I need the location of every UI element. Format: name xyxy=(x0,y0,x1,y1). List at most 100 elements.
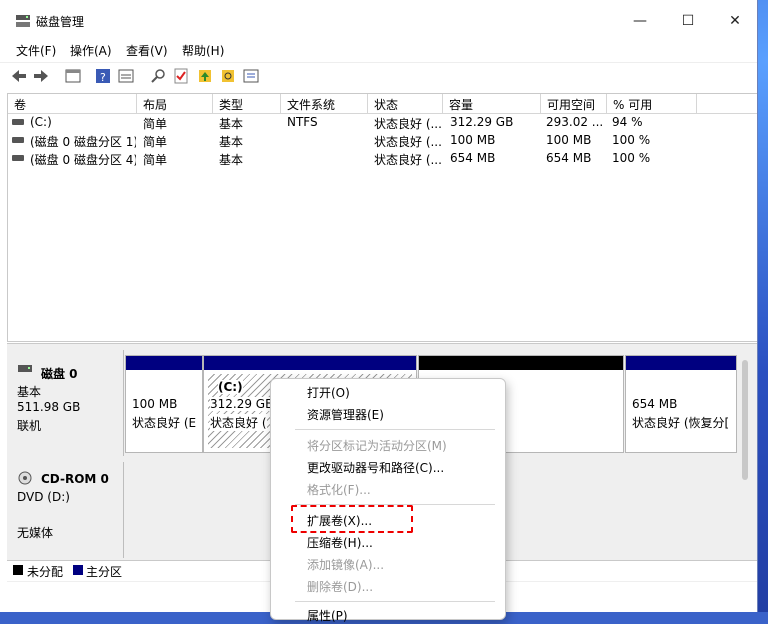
menu-mark-active: 将分区标记为活动分区(M) xyxy=(307,439,447,453)
drive-icon xyxy=(12,119,24,125)
legend-unallocated: 未分配 xyxy=(27,565,64,579)
cell-percent: 94 % xyxy=(612,115,643,129)
table-row[interactable]: (磁盘 0 磁盘分区 1) 简单 基本 状态良好 (... 100 MB 100… xyxy=(8,132,650,150)
column-filesystem[interactable]: 文件系统 xyxy=(281,94,368,114)
extend-volume-highlight xyxy=(291,505,413,533)
disk0-status: 联机 xyxy=(17,419,42,433)
cell-percent: 100 % xyxy=(612,151,651,165)
cell-status: 状态良好 (... xyxy=(374,117,442,131)
menu-help[interactable]: 帮助(H) xyxy=(182,42,224,59)
partition-efi[interactable]: 100 MB 状态良好 (E xyxy=(125,355,203,453)
connect-icon[interactable] xyxy=(149,67,167,85)
partition-size: 312.29 GB xyxy=(210,397,274,411)
cell-volume: (磁盘 0 磁盘分区 1) xyxy=(30,135,136,149)
context-menu: 打开(O) 资源管理器(E) 将分区标记为活动分区(M) 更改驱动器号和路径(C… xyxy=(270,378,506,623)
menu-separator xyxy=(295,429,495,430)
check-icon[interactable] xyxy=(172,67,190,85)
cell-free: 100 MB xyxy=(546,133,592,147)
menu-format: 格式化(F)... xyxy=(307,483,371,497)
settings-icon[interactable] xyxy=(242,67,260,85)
title-bar: 磁盘管理 — ☐ ✕ xyxy=(0,0,757,40)
cdrom-status: 无媒体 xyxy=(17,526,54,540)
svg-text:?: ? xyxy=(100,71,106,84)
table-row[interactable]: (磁盘 0 磁盘分区 4) 简单 基本 状态良好 (... 654 MB 654… xyxy=(8,150,650,168)
disk-icon xyxy=(18,365,32,372)
drive-icon xyxy=(12,137,24,143)
menu-delete-volume: 删除卷(D)... xyxy=(307,580,374,594)
volume-list: 卷 布局 类型 文件系统 状态 容量 可用空间 % 可用 (C:) 简单 基本 … xyxy=(7,93,757,342)
column-empty xyxy=(697,94,757,114)
partition-bar xyxy=(204,356,416,370)
partition-size: 654 MB xyxy=(632,397,678,411)
cell-layout: 简单 xyxy=(143,117,168,131)
properties-icon[interactable] xyxy=(117,67,135,85)
disk-management-icon xyxy=(16,15,30,27)
help-icon[interactable]: ? xyxy=(94,67,112,85)
cell-status: 状态良好 (... xyxy=(374,153,442,167)
cell-capacity: 312.29 GB xyxy=(450,115,514,129)
menu-separator xyxy=(295,601,495,602)
drive-icon xyxy=(12,155,24,161)
window-title: 磁盘管理 xyxy=(36,15,85,29)
table-row[interactable]: (C:) 简单 基本 NTFS 状态良好 (... 312.29 GB 293.… xyxy=(8,114,643,132)
menu-explorer[interactable]: 资源管理器(E) xyxy=(307,406,384,423)
cell-filesystem: NTFS xyxy=(287,115,318,129)
partition-size: 100 MB xyxy=(132,397,178,411)
menu-properties[interactable]: 属性(P) xyxy=(307,607,348,624)
partition-status: 状态良好 ( xyxy=(210,414,267,431)
cell-type: 基本 xyxy=(219,153,244,167)
back-icon[interactable] xyxy=(10,67,28,85)
close-button[interactable]: ✕ xyxy=(712,8,757,34)
partition-status: 状态良好 (恢复分[ xyxy=(632,416,730,430)
menu-view[interactable]: 查看(V) xyxy=(126,42,168,59)
column-volume[interactable]: 卷 xyxy=(8,94,137,114)
minimize-button[interactable]: — xyxy=(617,8,663,34)
cell-layout: 简单 xyxy=(143,153,168,167)
cell-type: 基本 xyxy=(219,117,244,131)
disk0-label[interactable]: 磁盘 0 基本 511.98 GB 联机 xyxy=(7,350,124,456)
cdrom-name: CD-ROM 0 xyxy=(41,472,109,486)
menu-action[interactable]: 操作(A) xyxy=(70,42,112,59)
upload-icon[interactable] xyxy=(196,67,214,85)
cell-percent: 100 % xyxy=(612,133,651,147)
legend-primary-swatch xyxy=(73,565,83,575)
menu-bar: 文件(F) 操作(A) 查看(V) 帮助(H) xyxy=(0,40,757,60)
column-percent-free[interactable]: % 可用 xyxy=(607,94,697,114)
cell-volume: (磁盘 0 磁盘分区 4) xyxy=(30,153,136,167)
disk0-name: 磁盘 0 xyxy=(41,367,78,381)
column-free-space[interactable]: 可用空间 xyxy=(541,94,607,114)
maximize-button[interactable]: ☐ xyxy=(665,8,711,34)
menu-change-drive-letter[interactable]: 更改驱动器号和路径(C)... xyxy=(307,459,444,476)
partition-bar xyxy=(419,356,623,370)
column-layout[interactable]: 布局 xyxy=(137,94,213,114)
partition-label: (C:) xyxy=(218,380,243,394)
search-icon[interactable] xyxy=(219,67,237,85)
partition-bar xyxy=(626,356,736,370)
menu-add-mirror: 添加镜像(A)... xyxy=(307,558,385,572)
cell-volume: (C:) xyxy=(30,115,52,129)
cell-capacity: 100 MB xyxy=(450,133,496,147)
menu-open[interactable]: 打开(O) xyxy=(307,384,350,401)
forward-icon[interactable] xyxy=(32,67,50,85)
cdrom-label[interactable]: CD-ROM 0 DVD (D:) 无媒体 xyxy=(7,462,124,558)
toolbar: ? xyxy=(0,62,757,89)
cdrom-icon xyxy=(18,471,32,485)
column-type[interactable]: 类型 xyxy=(213,94,281,114)
column-status[interactable]: 状态 xyxy=(368,94,443,114)
cell-free: 654 MB xyxy=(546,151,592,165)
cell-status: 状态良好 (... xyxy=(374,135,442,149)
disk0-type: 基本 xyxy=(17,385,42,399)
column-capacity[interactable]: 容量 xyxy=(443,94,541,114)
partition-status: 状态良好 (E xyxy=(132,416,197,430)
partition-recovery[interactable]: 654 MB 状态良好 (恢复分[ xyxy=(625,355,737,453)
cell-free: 293.02 ... xyxy=(546,115,604,129)
menu-shrink-volume[interactable]: 压缩卷(H)... xyxy=(307,534,373,551)
cell-layout: 简单 xyxy=(143,135,168,149)
list-view-icon[interactable] xyxy=(64,67,82,85)
partition-bar xyxy=(126,356,202,370)
menu-file[interactable]: 文件(F) xyxy=(16,42,56,59)
disk-map-scrollbar[interactable] xyxy=(742,360,748,480)
disk0-size: 511.98 GB xyxy=(17,400,81,414)
cell-type: 基本 xyxy=(219,135,244,149)
legend-primary: 主分区 xyxy=(86,565,123,579)
